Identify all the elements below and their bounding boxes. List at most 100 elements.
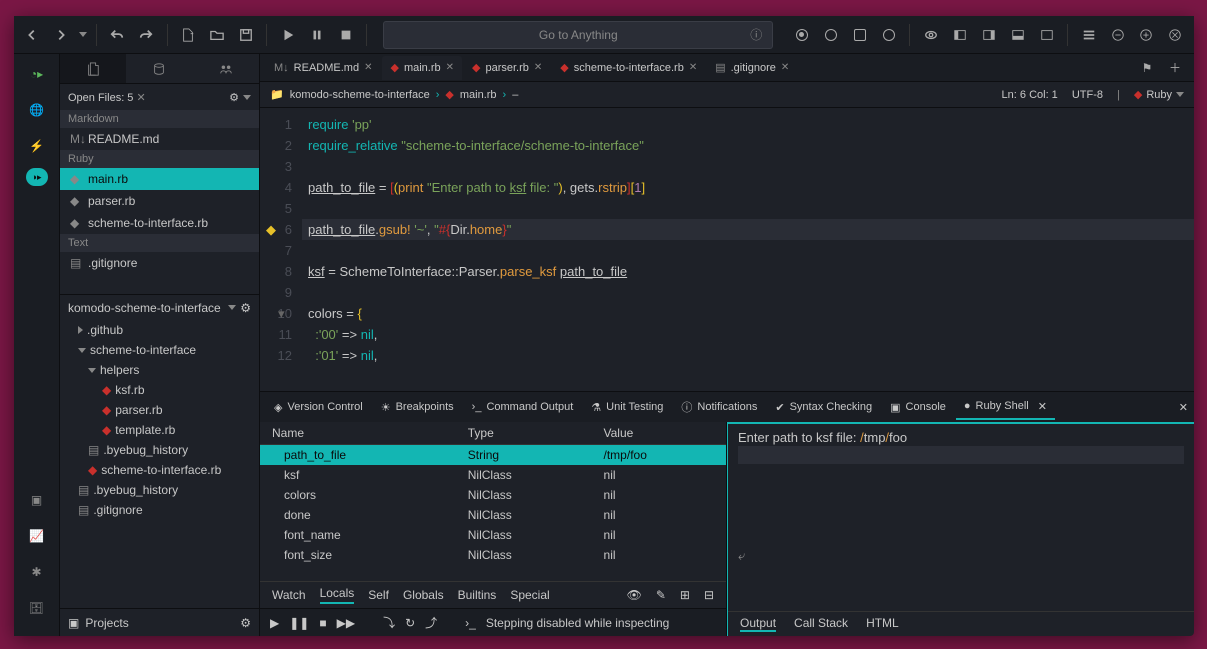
shell-subtab[interactable]: HTML: [866, 616, 899, 632]
open-file-item[interactable]: ▤.gitignore: [60, 252, 259, 274]
activity-terminal-icon[interactable]: ▣: [21, 486, 53, 514]
open-folder-button[interactable]: [204, 21, 229, 49]
tab-close-icon[interactable]: ✕: [446, 62, 454, 73]
layout-full-icon[interactable]: [1034, 21, 1059, 49]
status-line-col[interactable]: Ln: 6 Col: 1: [1002, 89, 1058, 101]
code-editor[interactable]: 12345◆6789▾101112 require 'pp'require_re…: [260, 108, 1194, 391]
activity-badge-icon[interactable]: ◑▸: [26, 168, 48, 186]
code-line[interactable]: [302, 282, 1194, 303]
open-file-item[interactable]: ◆parser.rb: [60, 190, 259, 212]
tree-file[interactable]: ◆ template.rb: [60, 420, 259, 440]
editor-tab[interactable]: M↓README.md✕: [266, 56, 380, 80]
sidebar-tab-db[interactable]: [126, 54, 192, 83]
edit-icon[interactable]: ✎: [656, 588, 666, 602]
layout-left-icon[interactable]: [947, 21, 972, 49]
locals-row[interactable]: colorsNilClassnil: [260, 485, 726, 505]
locals-header[interactable]: Name: [260, 422, 456, 445]
layout-right-icon[interactable]: [976, 21, 1001, 49]
nav-back-button[interactable]: [20, 21, 45, 49]
record-stop-icon[interactable]: [847, 21, 872, 49]
locals-row[interactable]: font_nameNilClassnil: [260, 525, 726, 545]
panel-close-icon[interactable]: ✕: [1179, 401, 1188, 414]
panel-tab[interactable]: ✔Syntax Checking: [767, 394, 880, 420]
tab-add-icon[interactable]: ＋: [1162, 54, 1188, 82]
locals-header[interactable]: Type: [456, 422, 592, 445]
panel-tab[interactable]: ●Ruby Shell✕: [956, 394, 1055, 420]
tab-close-icon[interactable]: ✕: [1038, 400, 1047, 413]
remove-icon[interactable]: ⊟: [704, 588, 714, 602]
activity-db-icon[interactable]: 🗄: [21, 594, 53, 622]
status-language[interactable]: Ruby: [1146, 89, 1172, 101]
locals-row[interactable]: doneNilClassnil: [260, 505, 726, 525]
debug-stepin-icon[interactable]: ⤵: [383, 614, 395, 631]
open-file-item[interactable]: ◆scheme-to-interface.rb: [60, 212, 259, 234]
panel-tab[interactable]: ›_Command Output: [464, 394, 582, 420]
nav-dropdown[interactable]: [78, 21, 88, 49]
tree-folder[interactable]: .github: [60, 320, 259, 340]
go-to-anything-input[interactable]: Go to Anything ⓘ: [383, 21, 773, 49]
tree-folder[interactable]: helpers: [60, 360, 259, 380]
project-gear-icon[interactable]: ⚙: [240, 301, 251, 315]
tree-file[interactable]: ◆ ksf.rb: [60, 380, 259, 400]
code-line[interactable]: require 'pp': [302, 114, 1194, 135]
pause-button[interactable]: [304, 21, 329, 49]
open-file-item[interactable]: M↓README.md: [60, 128, 259, 150]
editor-tab[interactable]: ▤.gitignore✕: [707, 56, 797, 80]
redo-button[interactable]: [134, 21, 159, 49]
eye-icon[interactable]: 👁: [627, 588, 642, 602]
debug-stop-icon[interactable]: ■: [319, 616, 326, 630]
tab-close-icon[interactable]: ✕: [781, 62, 789, 73]
breadcrumb-more[interactable]: –: [512, 89, 518, 101]
editor-tab[interactable]: ◆scheme-to-interface.rb✕: [552, 56, 705, 80]
code-line[interactable]: :'01' => nil,: [302, 345, 1194, 366]
locals-header[interactable]: Value: [592, 422, 726, 445]
shell-subtab[interactable]: Call Stack: [794, 616, 848, 632]
breadcrumb-folder[interactable]: komodo-scheme-to-interface: [290, 89, 430, 101]
code-line[interactable]: [302, 156, 1194, 177]
stop-button[interactable]: [333, 21, 358, 49]
code-line[interactable]: require_relative "scheme-to-interface/sc…: [302, 135, 1194, 156]
sidebar-tab-files[interactable]: [60, 54, 126, 83]
editor-tab[interactable]: ◆main.rb✕: [382, 56, 462, 80]
code-line[interactable]: path_to_file.gsub! '~', "#{Dir.home}": [302, 219, 1194, 240]
status-encoding[interactable]: UTF-8: [1072, 89, 1103, 101]
breadcrumb-file[interactable]: main.rb: [460, 89, 497, 101]
locals-row[interactable]: font_sizeNilClassnil: [260, 545, 726, 565]
play-button[interactable]: [275, 21, 300, 49]
debug-fastforward-icon[interactable]: ▶▶: [337, 616, 355, 630]
tab-close-icon[interactable]: ✕: [534, 62, 542, 73]
debug-stepout-icon[interactable]: ⤴: [425, 614, 437, 631]
save-button[interactable]: [233, 21, 258, 49]
code-line[interactable]: path_to_file = [(print "Enter path to ks…: [302, 177, 1194, 198]
minimize-icon[interactable]: [1105, 21, 1130, 49]
debug-stepover-icon[interactable]: ↻: [405, 616, 415, 630]
editor-tab[interactable]: ◆parser.rb✕: [464, 56, 550, 80]
panel-tab[interactable]: ◈Version Control: [266, 394, 371, 420]
activity-graph-icon[interactable]: 📈: [21, 522, 53, 550]
nav-forward-button[interactable]: [49, 21, 74, 49]
menu-icon[interactable]: [1076, 21, 1101, 49]
preview-icon[interactable]: [918, 21, 943, 49]
debug-prompt-icon[interactable]: ›_: [465, 616, 476, 630]
activity-bolt-icon[interactable]: ⚡: [21, 132, 53, 160]
locals-subtab[interactable]: Locals: [320, 586, 355, 604]
locals-row[interactable]: path_to_fileString/tmp/foo: [260, 445, 726, 466]
tree-file[interactable]: ◆ scheme-to-interface.rb: [60, 460, 259, 480]
code-line[interactable]: :'00' => nil,: [302, 324, 1194, 345]
projects-gear[interactable]: ⚙: [240, 616, 251, 630]
panel-tab[interactable]: ⚗Unit Testing: [583, 394, 671, 420]
debug-play-icon[interactable]: ▶: [270, 616, 279, 630]
open-file-item[interactable]: ◆main.rb: [60, 168, 259, 190]
add-icon[interactable]: ⊞: [680, 588, 690, 602]
locals-subtab[interactable]: Special: [510, 588, 549, 602]
tree-folder[interactable]: scheme-to-interface: [60, 340, 259, 360]
undo-button[interactable]: [105, 21, 130, 49]
activity-regex-icon[interactable]: ✱: [21, 558, 53, 586]
tab-flag-icon[interactable]: ⚑: [1134, 54, 1160, 82]
tree-file[interactable]: ◆ parser.rb: [60, 400, 259, 420]
tree-file[interactable]: ▤ .gitignore: [60, 500, 259, 520]
tree-file[interactable]: ▤ .byebug_history: [60, 480, 259, 500]
code-line[interactable]: colors = {: [302, 303, 1194, 324]
tab-close-icon[interactable]: ✕: [364, 62, 372, 73]
maximize-icon[interactable]: [1134, 21, 1159, 49]
